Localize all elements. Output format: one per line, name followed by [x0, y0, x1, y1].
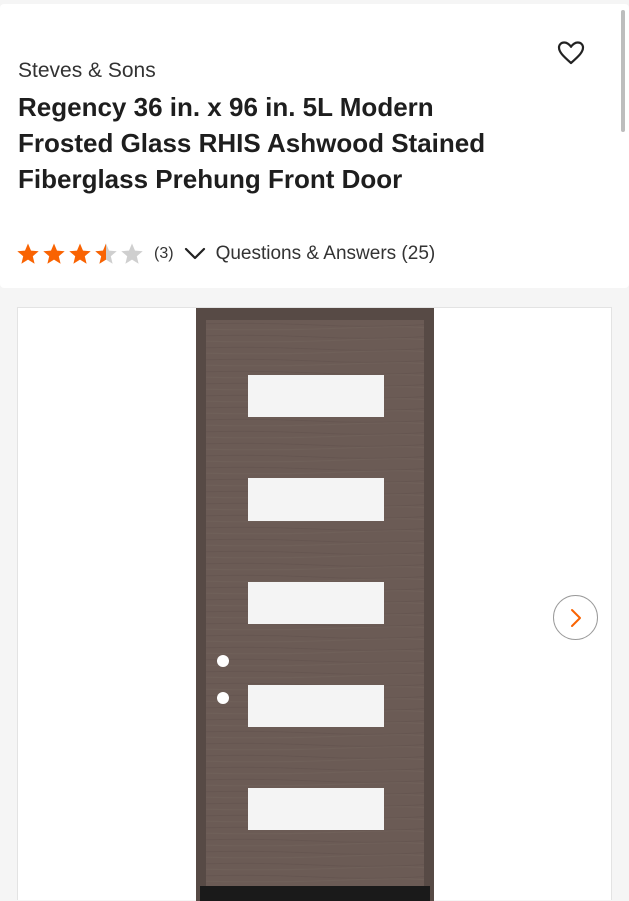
- chevron-right-icon: [570, 608, 581, 627]
- star-full-icon: [17, 243, 39, 264]
- glass-lite: [248, 788, 384, 830]
- star-rating[interactable]: [16, 242, 146, 266]
- product-header: Steves & Sons Regency 36 in. x 96 in. 5L…: [0, 4, 629, 288]
- product-image: [196, 308, 434, 901]
- questions-answers-link[interactable]: Questions & Answers (25): [216, 243, 436, 265]
- review-count[interactable]: (3): [154, 245, 174, 263]
- door-lockset: [217, 655, 229, 667]
- star-half-icon: [95, 243, 117, 264]
- glass-lite: [248, 685, 384, 727]
- star-full-icon: [69, 243, 91, 264]
- heart-outline-icon[interactable]: [557, 40, 585, 66]
- star-empty-icon: [121, 243, 143, 264]
- next-image-button[interactable]: [553, 595, 598, 640]
- scrollbar[interactable]: [621, 10, 625, 132]
- brand-link[interactable]: Steves & Sons: [18, 59, 156, 83]
- chevron-down-icon[interactable]: [184, 246, 206, 262]
- glass-lite: [248, 375, 384, 417]
- glass-lite: [248, 478, 384, 521]
- product-title: Regency 36 in. x 96 in. 5L Modern Froste…: [18, 92, 486, 194]
- door-sill: [200, 886, 430, 901]
- door-deadbolt: [217, 692, 229, 704]
- product-image-gallery[interactable]: [17, 307, 612, 901]
- rating-row: (3) Questions & Answers (25): [16, 240, 435, 268]
- star-full-icon: [43, 243, 65, 264]
- glass-lite: [248, 582, 384, 624]
